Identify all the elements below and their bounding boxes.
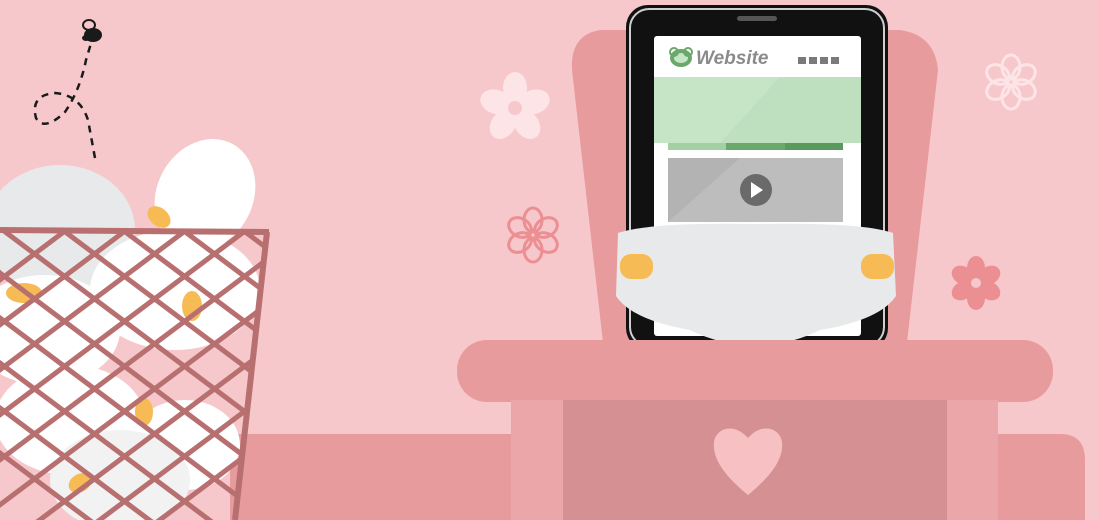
speaker-slot	[737, 16, 777, 21]
play-icon[interactable]	[740, 174, 772, 206]
diaper-tab	[620, 254, 653, 279]
changing-table-top	[457, 340, 1053, 402]
website-nav-bar	[668, 143, 843, 150]
diaper-tab	[861, 254, 894, 279]
nursery-scene: Website	[0, 0, 1099, 520]
website-title: Website	[696, 48, 769, 69]
